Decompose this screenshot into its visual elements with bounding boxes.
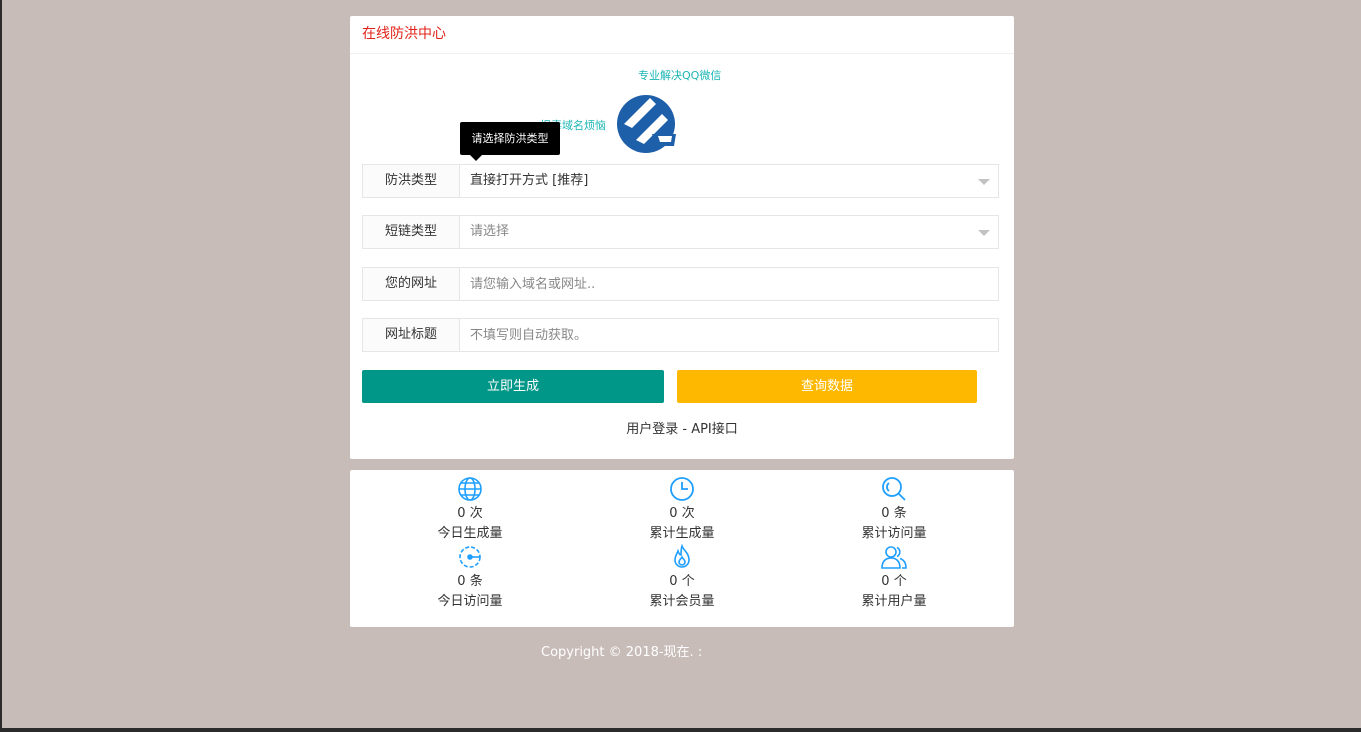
- stat-today-generated: 0 次 今日生成量: [380, 476, 560, 544]
- api-link[interactable]: API接口: [691, 422, 738, 437]
- window-frame-bottom: [0, 728, 1361, 732]
- stat-label: 今日访问量: [437, 594, 503, 609]
- stat-count: 0 条: [457, 574, 483, 589]
- globe-icon: [458, 477, 482, 501]
- type-selected-value: 直接打开方式 [推荐]: [470, 173, 589, 188]
- stat-label: 累计会员量: [649, 594, 715, 609]
- short-link-select-row[interactable]: 短链类型 请选择: [362, 215, 999, 249]
- title-input[interactable]: [460, 319, 998, 351]
- stat-today-visits: 0 条 今日访问量: [380, 544, 560, 612]
- users-icon: [881, 546, 907, 569]
- stat-label: 累计生成量: [649, 526, 715, 541]
- query-button[interactable]: 查询数据: [677, 370, 977, 403]
- chevron-down-icon: [978, 230, 990, 236]
- fire-icon: [674, 544, 690, 568]
- url-row: 您的网址: [362, 267, 999, 301]
- clock-icon: [670, 477, 694, 501]
- stats-panel: 0 次 今日生成量 0 次 累计生成量 0 条 累计访问量 0 条 今日访问量: [350, 470, 1014, 627]
- short-link-select[interactable]: 请选择: [460, 216, 998, 248]
- short-link-placeholder: 请选择: [470, 224, 510, 239]
- stat-label: 累计用户量: [861, 594, 927, 609]
- stat-total-members: 0 个 累计会员量: [592, 544, 772, 612]
- search-icon: [882, 477, 906, 501]
- panel-title: 在线防洪中心: [350, 16, 1014, 54]
- stat-count: 0 次: [669, 506, 695, 521]
- type-select-row[interactable]: 防洪类型 直接打开方式 [推荐]: [362, 164, 999, 198]
- stat-total-visits: 0 条 累计访问量: [804, 476, 984, 544]
- link-separator: -: [678, 422, 692, 437]
- stat-label: 累计访问量: [861, 526, 927, 541]
- stat-total-users: 0 个 累计用户量: [804, 544, 984, 612]
- tagline-qq-wechat: 专业解决QQ微信: [638, 69, 722, 82]
- stat-count: 0 个: [669, 574, 695, 589]
- type-select[interactable]: 直接打开方式 [推荐]: [460, 165, 998, 197]
- login-link[interactable]: 用户登录: [626, 422, 678, 437]
- type-label: 防洪类型: [363, 165, 460, 197]
- url-input[interactable]: [460, 268, 998, 300]
- url-label: 您的网址: [363, 268, 460, 300]
- title-label: 网址标题: [363, 319, 460, 351]
- type-tooltip: 请选择防洪类型: [460, 122, 560, 161]
- gauge-icon: [459, 546, 481, 568]
- chevron-down-icon: [978, 179, 990, 185]
- title-row: 网址标题: [362, 318, 999, 352]
- generate-button[interactable]: 立即生成: [362, 370, 664, 403]
- stat-count: 0 个: [881, 574, 907, 589]
- short-link-label: 短链类型: [363, 216, 460, 248]
- copyright-text: Copyright © 2018-现在. :: [541, 645, 703, 660]
- stat-count: 0 条: [881, 506, 907, 521]
- footer-links: 用户登录 - API接口: [350, 418, 1014, 437]
- logo-icon: [617, 95, 676, 153]
- window-frame-left: [0, 0, 2, 732]
- stat-count: 0 次: [457, 506, 483, 521]
- main-panel: 在线防洪中心 专业解决QQ微信 报毒域名烦恼 请选择防洪类型 防洪类型 直接打开…: [350, 16, 1014, 459]
- stat-total-generated: 0 次 累计生成量: [592, 476, 772, 544]
- stat-label: 今日生成量: [437, 526, 503, 541]
